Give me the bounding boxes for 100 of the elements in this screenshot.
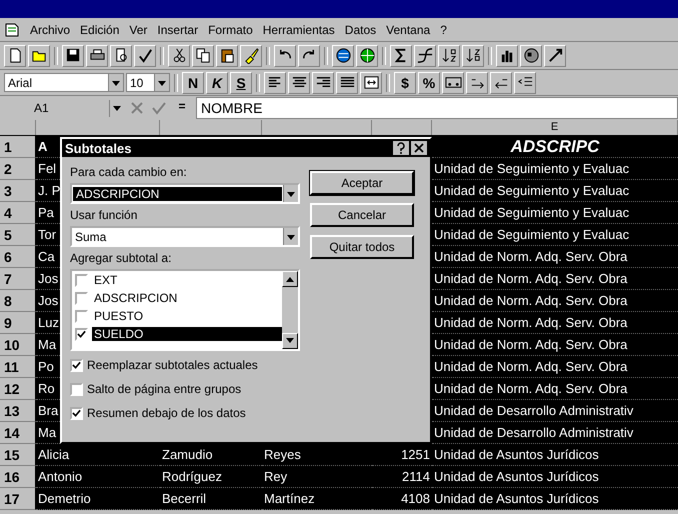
sort-ascending-icon [440,47,458,64]
globe-icon [334,47,352,64]
decrease-indent-button[interactable] [514,72,536,94]
checkmark-icon [72,410,81,417]
up-arrow-icon [286,276,294,282]
caret-icon [287,192,295,196]
menu-item[interactable]: Ver [129,22,148,36]
cell: Unidad de Asuntos Jurídicos [432,488,678,510]
change-field-dropdown[interactable]: ADSCRIPCION [70,183,300,204]
workbook-icon[interactable] [4,22,20,38]
dialog-button[interactable]: Cancelar [310,203,414,227]
row-header[interactable]: 6 [0,246,36,268]
dialog-button[interactable]: Aceptar [310,171,414,195]
font-name-dropdown[interactable]: Arial [4,73,124,92]
function-dropdown[interactable]: Suma [70,226,300,247]
copy-icon [194,47,212,64]
chart-button[interactable] [496,44,518,66]
font-size-dropdown[interactable]: 10 [126,73,170,92]
redo-arrow-button[interactable] [298,44,320,66]
scroll-up-button[interactable] [282,271,298,287]
merge-center-button[interactable] [360,72,382,94]
new-document-button[interactable] [4,44,26,66]
cell: Martínez [262,488,372,510]
row-header[interactable]: 7 [0,268,36,290]
menu-item[interactable]: Edición [80,22,120,36]
dialog-title: Subtotales [65,140,132,156]
row-header[interactable]: 2 [0,158,36,180]
scroll-down-button[interactable] [282,333,298,349]
row-header[interactable]: 3 [0,180,36,202]
row-header[interactable]: 4 [0,202,36,224]
text-style-button[interactable]: S [230,72,252,94]
undo-arrow-button[interactable] [274,44,296,66]
decrease-decimal-button[interactable] [490,72,512,94]
row-header[interactable]: 12 [0,378,36,400]
checkmark-icon [72,362,81,369]
row-header[interactable]: 14 [0,422,36,444]
enter-check-icon[interactable] [150,100,168,116]
drawing-icon [546,47,564,64]
checkbox[interactable] [70,382,83,396]
menu-item[interactable]: Herramientas [262,22,335,36]
sigma-button[interactable] [390,44,412,66]
increase-decimal-button[interactable] [466,72,488,94]
caret-icon [113,106,121,111]
open-folder-button[interactable] [28,44,50,66]
scissors-button[interactable] [168,44,190,66]
menu-item[interactable]: Archivo [30,22,70,36]
menu-item[interactable]: Insertar [157,22,198,36]
web-link-icon [358,47,376,64]
spelling-check-icon [136,47,154,64]
row-header[interactable]: 1 [0,136,36,158]
text-style-button[interactable]: N [182,72,204,94]
globe-button[interactable] [332,44,354,66]
print-preview-button[interactable] [110,44,132,66]
row-header[interactable]: 13 [0,400,36,422]
row-header[interactable]: 9 [0,312,36,334]
save-disk-button[interactable] [62,44,84,66]
cell: Demetrio [36,488,160,510]
clipboard-icon [218,47,236,64]
row-header[interactable]: 11 [0,356,36,378]
checkbox[interactable] [70,406,83,420]
paintbrush-button[interactable] [240,44,262,66]
row-header[interactable]: 10 [0,334,36,356]
cell: 4108 [372,488,432,510]
justify-button[interactable] [336,72,358,94]
row-header[interactable]: 16 [0,466,36,488]
thousands-separator-button[interactable] [442,72,464,94]
function-button[interactable] [414,44,436,66]
copy-button[interactable] [192,44,214,66]
spelling-check-button[interactable] [134,44,156,66]
map-globe-button[interactable] [520,44,542,66]
menu-item[interactable]: ? [440,22,447,36]
row-header[interactable]: 5 [0,224,36,246]
align-center-button[interactable] [288,72,310,94]
align-right-button[interactable] [312,72,334,94]
field-label: Usar función [70,208,138,222]
number-format-button[interactable]: % [418,72,440,94]
menu-item[interactable]: Ventana [386,22,430,36]
printer-button[interactable] [86,44,108,66]
number-format-button[interactable]: $ [394,72,416,94]
menu-item[interactable]: Formato [208,22,253,36]
web-link-button[interactable] [356,44,378,66]
column-header[interactable]: E [432,120,678,135]
checkmark-icon [77,330,86,338]
paintbrush-icon [242,47,260,64]
row-header[interactable]: 8 [0,290,36,312]
edit-formula-button[interactable]: = [172,99,192,117]
dialog-button[interactable]: Quitar todos [310,235,414,259]
clipboard-button[interactable] [216,44,238,66]
row-header[interactable]: 17 [0,488,36,510]
down-arrow-icon [286,338,294,344]
formula-field[interactable]: NOMBRE [196,97,678,119]
sort-descending-button[interactable] [462,44,484,66]
menu-item[interactable]: Datos [344,22,376,36]
row-header[interactable]: 15 [0,444,36,466]
drawing-button[interactable] [544,44,566,66]
cell: Becerril [160,488,262,510]
align-left-button[interactable] [264,72,286,94]
text-style-button[interactable]: K [206,72,228,94]
checkbox[interactable] [70,358,83,372]
sort-ascending-button[interactable] [438,44,460,66]
